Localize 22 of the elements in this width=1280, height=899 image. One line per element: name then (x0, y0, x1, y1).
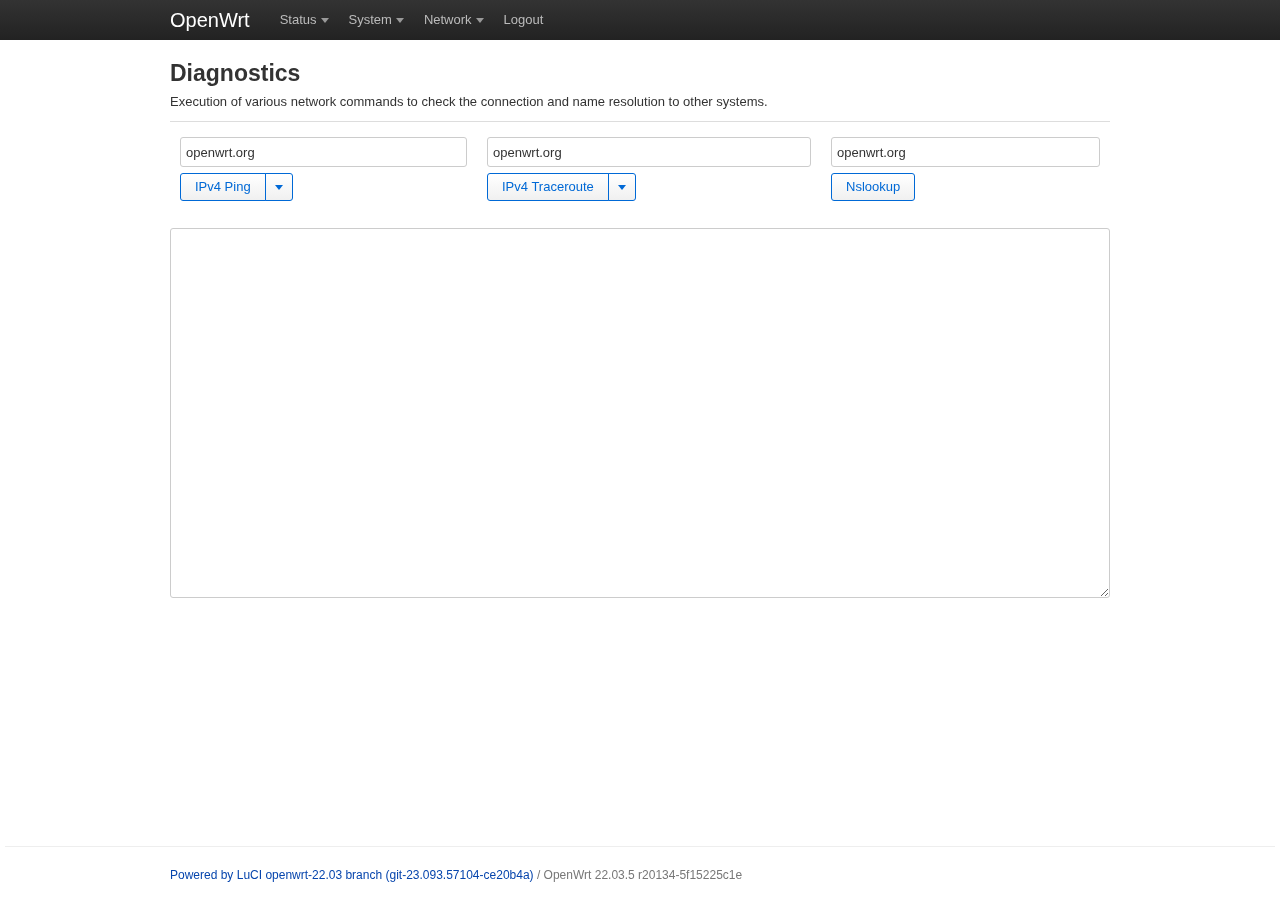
page-description: Execution of various network commands to check the connection and name resolution to other systems. (170, 92, 769, 111)
nav-menu-item[interactable]: Status (269, 0, 339, 40)
nav-menu-item[interactable]: System (338, 0, 414, 40)
brand-logo[interactable]: OpenWrt (170, 0, 270, 40)
run-button[interactable]: IPv4 Traceroute (487, 173, 609, 202)
nav-menu-item[interactable]: Logout (493, 0, 554, 40)
caret-icon (274, 185, 283, 191)
caret-icon (475, 17, 484, 23)
host-input-field[interactable]: openwrt.org (831, 137, 1100, 168)
luci-version-link[interactable]: Powered by LuCI openwrt-22.03 branch (git-23.093.57104-ce20b4a) (170, 868, 534, 882)
host-input-field[interactable]: openwrt.org (487, 137, 811, 168)
dropdown-toggle-button[interactable] (264, 173, 293, 202)
caret-icon (320, 17, 329, 23)
host-input-field[interactable]: openwrt.org (180, 137, 467, 168)
page-title: Diagnostics (170, 60, 302, 88)
caret-icon (617, 185, 626, 191)
run-button[interactable]: IPv4 Ping (180, 173, 266, 202)
nslookup-button[interactable]: Nslookup (831, 173, 916, 202)
nav-menu-item[interactable]: Network (413, 0, 494, 40)
caret-icon (395, 17, 404, 23)
footer-text: Powered by LuCI openwrt-22.03 branch (git-23.093.57104-ce20b4a) / OpenWrt 22.03.5 r20134-5f15225c1e (170, 867, 744, 884)
dropdown-toggle-button[interactable] (607, 173, 636, 202)
